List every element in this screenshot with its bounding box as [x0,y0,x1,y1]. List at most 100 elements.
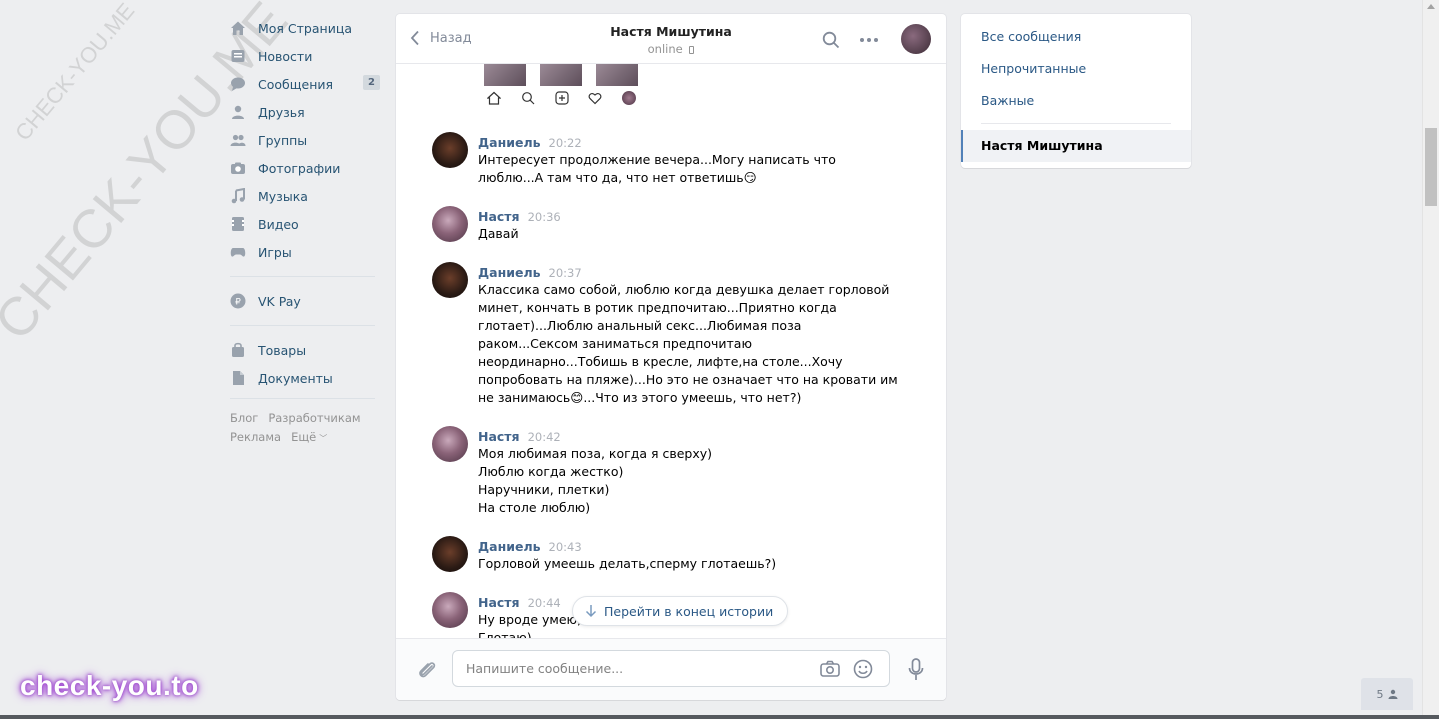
message-author[interactable]: Настя 20:36 [478,209,561,224]
avatar[interactable] [432,592,468,628]
message-text: Классика само собой, люблю когда девушка… [478,282,898,405]
camera-icon[interactable] [820,659,840,679]
message-time: 20:43 [548,540,582,554]
home-icon [487,91,501,105]
image-thumbnail [484,64,526,86]
message-author[interactable]: Даниель 20:43 [478,539,582,554]
nav-label: VK Pay [258,293,301,309]
groups-icon [230,132,246,148]
message-text: Моя любимая поза, когда я сверху) Люблю … [478,446,712,515]
nav-music[interactable]: Музыка [230,182,380,210]
arrow-down-icon [585,605,597,618]
avatar[interactable] [432,426,468,462]
page-scrollbar[interactable] [1422,0,1439,719]
message-input-box[interactable] [452,650,890,687]
nav-goods[interactable]: Товары [230,336,380,364]
plus-icon [555,91,569,105]
nav-vkpay[interactable]: ₽ VK Pay [230,287,380,315]
nav-friends[interactable]: Друзья [230,98,380,126]
chat-header: Назад Настя Мишутина online [396,14,946,64]
avatar[interactable] [432,536,468,572]
nav-label: Новости [258,48,313,64]
microphone-icon[interactable] [908,658,924,682]
scrollbar-thumb[interactable] [1425,128,1437,206]
message-list[interactable]: Даниель 20:22 Интересует продолжение вече… [396,64,946,638]
nav-my-page[interactable]: Моя Страница [230,14,380,42]
author-name: Настя [478,429,520,444]
nav-games[interactable]: Игры [230,238,380,266]
nav-label: Музыка [258,188,308,204]
online-count: 5 [1376,687,1384,701]
document-icon [230,370,246,386]
nav-divider [230,325,375,326]
nav-documents[interactable]: Документы [230,364,380,392]
nav-footer: Блог Разработчикам Реклама Ещё ﹀ [230,409,380,448]
nav-label: Друзья [258,104,305,120]
music-icon [230,188,246,204]
author-name: Даниель [478,135,541,150]
vkpay-icon: ₽ [230,293,246,309]
watermark-badge: check-you.to [20,670,199,701]
message-author[interactable]: Даниель 20:37 [478,265,582,280]
messages-count-badge: 2 [363,75,380,90]
footer-dev-link[interactable]: Разработчикам [268,411,360,425]
nav-video[interactable]: Видео [230,210,380,238]
nav-messages[interactable]: Сообщения 2 [230,70,380,98]
message-time: 20:22 [548,136,582,150]
news-icon [230,48,246,64]
message-text: Интересует продолжение вечера...Могу нап… [478,152,836,185]
more-options-icon[interactable] [859,31,879,49]
heart-icon [588,93,602,105]
nav-label: Видео [258,216,299,232]
avatar[interactable] [432,206,468,242]
footer-more-link[interactable]: Ещё ﹀ [291,430,337,444]
message-author[interactable]: Настя 20:42 [478,429,561,444]
footer-more-label: Ещё [291,430,317,444]
message-filters-panel: Все сообщения Непрочитанные Важные Настя… [961,14,1191,168]
nav-label: Фотографии [258,160,341,176]
search-icon[interactable] [822,31,840,49]
nav-photos[interactable]: Фотографии [230,154,380,182]
message-text: Горловой умеешь делать,сперму глотаешь?) [478,556,777,571]
nav-groups[interactable]: Группы [230,126,380,154]
footer-ads-link[interactable]: Реклама [230,430,281,444]
message-author[interactable]: Настя 20:44 [478,595,561,610]
filter-unread[interactable]: Непрочитанные [981,61,1086,76]
paperclip-icon[interactable] [416,659,438,681]
message-time: 20:42 [527,430,561,444]
active-chat-item[interactable]: Настя Мишутина [961,130,1191,162]
jump-to-end-button[interactable]: Перейти в конец истории [572,596,789,626]
emoji-icon[interactable] [853,659,873,679]
filter-all-messages[interactable]: Все сообщения [981,29,1081,44]
image-thumbnail [596,64,638,86]
avatar[interactable] [432,132,468,168]
games-icon [230,244,246,260]
message-author[interactable]: Даниель 20:22 [478,135,582,150]
message-time: 20:36 [527,210,561,224]
image-thumbnail [540,64,582,86]
nav-label: Группы [258,132,308,148]
nav-label: Игры [258,244,292,260]
online-friends-button[interactable]: 5 [1361,678,1413,710]
jump-label: Перейти в конец истории [604,603,774,619]
message-input[interactable] [466,661,806,676]
filter-important[interactable]: Важные [981,93,1034,108]
taskbar-strip [0,715,1439,719]
svg-text:₽: ₽ [235,298,241,308]
forwarded-image[interactable] [480,64,710,112]
home-icon [230,20,246,36]
chevron-down-icon: ﹀ [319,434,328,443]
bag-icon [230,342,246,358]
video-icon [230,216,246,232]
footer-blog-link[interactable]: Блог [230,411,258,425]
author-name: Даниель [478,265,541,280]
author-name: Даниель [478,539,541,554]
chat-avatar[interactable] [901,24,931,54]
nav-news[interactable]: Новости [230,42,380,70]
nav-label: Товары [258,342,307,358]
user-icon [1388,689,1397,699]
message-composer [396,638,946,700]
avatar[interactable] [432,262,468,298]
filter-divider [981,123,1171,124]
scroll-up-arrow[interactable] [1427,4,1435,9]
